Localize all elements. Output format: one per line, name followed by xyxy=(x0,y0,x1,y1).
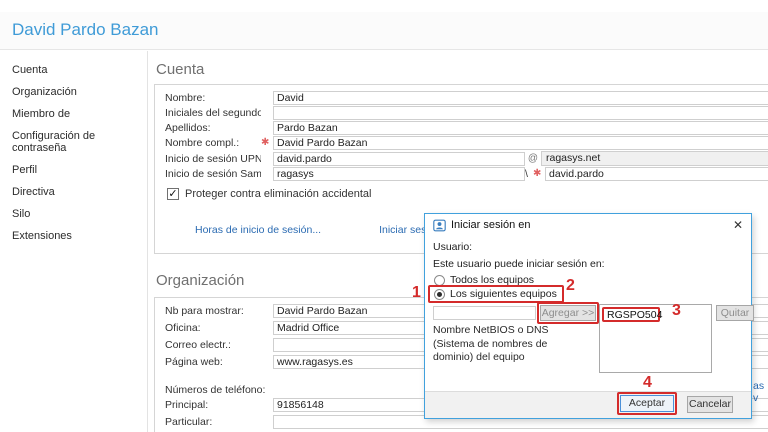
pagina-web-label: Página web: xyxy=(165,356,261,368)
annotation-number-2: 2 xyxy=(566,277,575,295)
remove-button[interactable]: Quitar xyxy=(716,305,754,321)
iniciales-input[interactable] xyxy=(273,106,768,120)
sidebar-item-silo[interactable]: Silo xyxy=(0,203,147,225)
sidebar-item-perfil[interactable]: Perfil xyxy=(0,159,147,181)
page-header: David Pardo Bazan xyxy=(0,12,768,50)
computers-listbox[interactable]: RGSPO504 xyxy=(599,304,712,373)
computer-list-item[interactable]: RGSPO504 xyxy=(607,309,662,321)
user-card-icon xyxy=(433,219,446,232)
protect-deletion-row: ✓ Proteger contra eliminación accidental xyxy=(167,188,768,200)
radio-all-computers[interactable] xyxy=(434,275,445,286)
correo-label: Correo electr.: xyxy=(165,339,261,351)
sidebar-item-extensiones[interactable]: Extensiones xyxy=(0,225,147,247)
logon-hours-link[interactable]: Horas de inicio de sesión... xyxy=(195,224,321,236)
cancel-button[interactable]: Cancelar xyxy=(687,396,733,413)
sidebar-item-miembro-de[interactable]: Miembro de xyxy=(0,103,147,125)
backslash-separator: \ xyxy=(525,168,533,180)
field-row-iniciales: Iniciales del segundo nom... xyxy=(165,106,768,120)
sidebar-item-cuenta[interactable]: Cuenta xyxy=(0,59,147,81)
telefono-principal-label: Principal: xyxy=(165,399,261,411)
nombre-label: Nombre: xyxy=(165,92,261,104)
radio-following-computers-label: Los siguientes equipos xyxy=(450,288,557,300)
background-text-fragment: as v xyxy=(753,380,768,404)
field-row-apellidos: Apellidos: xyxy=(165,121,768,135)
field-row-nombre: Nombre: xyxy=(165,91,768,105)
field-row-nombre-completo: Nombre compl.:✱ xyxy=(165,136,768,150)
computer-name-input[interactable] xyxy=(433,306,536,320)
nombre-completo-input[interactable] xyxy=(273,136,768,150)
upn-input[interactable] xyxy=(273,152,525,166)
dialog-titlebar: Iniciar sesión en ✕ xyxy=(425,214,751,236)
annotation-number-1: 1 xyxy=(412,284,421,302)
account-section-title: Cuenta xyxy=(156,61,768,78)
logon-to-dialog: Iniciar sesión en ✕ Usuario: Este usuari… xyxy=(424,213,752,419)
samaccount-domain-input[interactable] xyxy=(273,167,525,181)
upn-domain-select[interactable]: ragasys.net xyxy=(541,151,768,166)
at-symbol: @ xyxy=(525,153,541,164)
nombre-input[interactable] xyxy=(273,91,768,105)
field-row-upn: Inicio de sesión UPN de us... @ ragasys.… xyxy=(165,151,768,166)
oficina-label: Oficina: xyxy=(165,322,261,334)
sidebar: Cuenta Organización Miembro de Configura… xyxy=(0,51,148,432)
app-root: David Pardo Bazan Cuenta Organización Mi… xyxy=(0,0,768,432)
protect-deletion-label: Proteger contra eliminación accidental xyxy=(185,188,372,200)
annotation-number-3: 3 xyxy=(672,302,681,320)
annotation-box-step3: RGSPO504 xyxy=(602,307,660,322)
required-asterisk-icon: ✱ xyxy=(261,138,273,148)
apellidos-input[interactable] xyxy=(273,121,768,135)
radio-following-computers[interactable] xyxy=(434,289,445,300)
display-name-label: Nb para mostrar: xyxy=(165,305,261,317)
samaccount-name-input[interactable] xyxy=(545,167,768,181)
required-asterisk-icon: ✱ xyxy=(533,169,545,179)
usuario-label: Usuario: xyxy=(433,241,472,253)
sidebar-item-configuracion-contrasena[interactable]: Configuración de contraseña xyxy=(0,125,147,159)
netbios-dns-hint: Nombre NetBIOS o DNS (Sistema de nombres… xyxy=(433,324,555,365)
page-title: David Pardo Bazan xyxy=(12,20,158,40)
annotation-number-4: 4 xyxy=(643,374,652,392)
samaccount-label: Inicio de sesión SamAccou... xyxy=(165,168,261,180)
annotation-box-step4: Aceptar xyxy=(617,392,677,415)
radio-following-computers-row: Los siguientes equipos xyxy=(434,288,557,300)
telefono-particular-label: Particular: xyxy=(165,416,261,428)
sidebar-item-directiva[interactable]: Directiva xyxy=(0,181,147,203)
protect-deletion-checkbox[interactable]: ✓ xyxy=(167,188,179,200)
ok-button[interactable]: Aceptar xyxy=(620,395,674,412)
apellidos-label: Apellidos: xyxy=(165,122,261,134)
add-button[interactable]: Agregar >> xyxy=(540,305,596,321)
iniciales-label: Iniciales del segundo nom... xyxy=(165,107,261,119)
sidebar-item-organizacion[interactable]: Organización xyxy=(0,81,147,103)
instruction-label: Este usuario puede iniciar sesión en: xyxy=(433,258,605,270)
upn-label: Inicio de sesión UPN de us... xyxy=(165,153,261,165)
field-row-samaccount: Inicio de sesión SamAccou... \ ✱ xyxy=(165,167,768,181)
annotation-box-step2: Agregar >> xyxy=(537,302,599,324)
close-icon[interactable]: ✕ xyxy=(733,219,743,231)
dialog-title: Iniciar sesión en xyxy=(451,219,728,231)
annotation-box-step1: Los siguientes equipos xyxy=(428,285,564,303)
nombre-completo-label: Nombre compl.: xyxy=(165,137,261,149)
